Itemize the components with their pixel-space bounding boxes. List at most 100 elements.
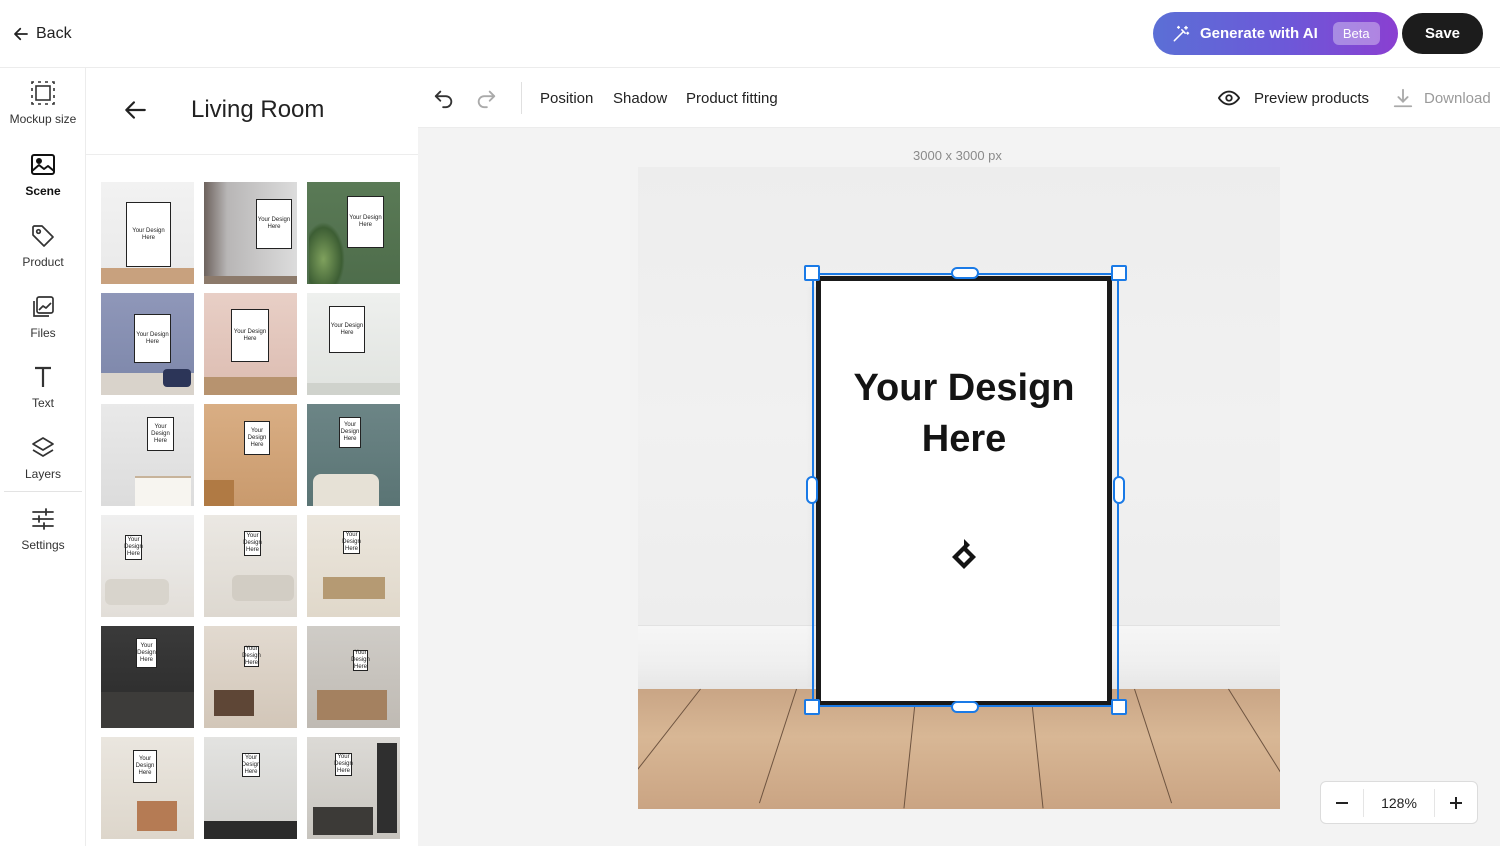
text-icon	[35, 366, 51, 387]
scene-thumbnail[interactable]: Your Design Here	[101, 293, 194, 395]
position-button[interactable]: Position	[540, 85, 593, 111]
mockup-size-icon	[31, 81, 55, 105]
resize-handle-top[interactable]	[951, 267, 979, 279]
scene-thumbnail[interactable]: Your Design Here	[204, 515, 297, 617]
scene-thumbnail[interactable]: Your Design Here	[307, 515, 400, 617]
thumb-design-text: Your Design Here	[340, 422, 360, 442]
rail-label: Product	[22, 255, 64, 269]
rail-item-text[interactable]: Text	[0, 364, 86, 426]
scene-thumbnail[interactable]: Your Design Here	[101, 182, 194, 284]
left-rail: Mockup size Scene Product Files Text Lay…	[0, 68, 86, 846]
top-bar: Back Generate with AI Beta Save	[0, 0, 1500, 68]
scene-thumbnail[interactable]: Your Design Here	[204, 404, 297, 506]
scene-panel: Living Room Your Design Here Your Design…	[86, 68, 418, 846]
thumb-design-text: Your Design Here	[151, 423, 170, 444]
scene-thumbnail[interactable]: Your Design Here	[307, 293, 400, 395]
product-fitting-label: Product fitting	[686, 89, 778, 107]
scene-thumbnail[interactable]: Your Design Here	[204, 626, 297, 728]
thumb-design-text: Your Design Here	[247, 427, 267, 448]
resize-handle-left[interactable]	[806, 476, 818, 504]
rail-item-layers[interactable]: Layers	[0, 435, 86, 497]
thumb-design-text: Your Design Here	[132, 227, 165, 241]
design-placeholder-text: Your Design Here	[853, 367, 1075, 460]
eye-icon	[1218, 90, 1240, 106]
rail-label: Layers	[24, 467, 62, 481]
position-label: Position	[540, 89, 594, 107]
save-button[interactable]: Save	[1402, 13, 1483, 54]
zoom-control: 128%	[1320, 781, 1478, 824]
rail-label: Files	[30, 326, 56, 340]
rail-item-scene[interactable]: Scene	[0, 152, 86, 214]
generate-with-ai-button[interactable]: Generate with AI Beta	[1153, 12, 1398, 55]
design-poster[interactable]: Your Design Here	[816, 276, 1112, 706]
rail-item-product[interactable]: Product	[0, 223, 86, 285]
brand-logo-icon	[952, 539, 976, 569]
thumb-design-text: Your Design Here	[242, 646, 261, 666]
minus-icon	[1336, 801, 1348, 804]
resize-handle-top-right[interactable]	[1111, 265, 1127, 281]
rail-item-files[interactable]: Files	[0, 294, 86, 356]
beta-badge: Beta	[1332, 22, 1380, 45]
scene-thumbnail[interactable]: Your Design Here	[101, 515, 194, 617]
zoom-level: 128%	[1363, 788, 1435, 817]
scene-thumbnail[interactable]: Your Design Here	[307, 626, 400, 728]
toolbar-divider	[521, 82, 522, 114]
thumb-design-text: Your Design Here	[342, 532, 361, 552]
resize-handle-top-left[interactable]	[804, 265, 820, 281]
resize-handle-bottom-left[interactable]	[804, 699, 820, 715]
editor-toolbar: Position Shadow Product fitting Preview …	[418, 68, 1500, 128]
preview-products-label: Preview products	[1254, 89, 1370, 107]
redo-button[interactable]	[475, 85, 497, 111]
resize-handle-bottom-right[interactable]	[1111, 699, 1127, 715]
rail-item-mockup-size[interactable]: Mockup size	[0, 80, 86, 142]
thumb-design-text: Your Design Here	[257, 217, 291, 230]
arrow-left-icon[interactable]	[122, 97, 148, 123]
rail-label: Mockup size	[9, 112, 77, 126]
thumb-design-text: Your Design Here	[243, 533, 262, 553]
rail-item-settings[interactable]: Settings	[0, 506, 86, 568]
scene-thumbnail[interactable]: Your Design Here	[101, 404, 194, 506]
thumb-design-text: Your Design Here	[135, 756, 155, 776]
zoom-in-button[interactable]	[1435, 782, 1477, 823]
thumb-design-text: Your Design Here	[241, 754, 261, 775]
thumb-design-text: Your Design Here	[233, 328, 267, 342]
rail-label: Scene	[25, 184, 61, 198]
thumb-design-text: Your Design Here	[349, 215, 382, 228]
shadow-button[interactable]: Shadow	[613, 85, 667, 111]
scene-thumbnails: Your Design Here Your Design Here Your D…	[101, 182, 400, 839]
tag-icon	[32, 225, 54, 247]
scene-thumbnail[interactable]: Your Design Here	[101, 737, 194, 839]
back-label: Back	[36, 25, 72, 42]
undo-button[interactable]	[433, 85, 455, 111]
canvas-area: 3000 x 3000 px Your Design Here 128%	[418, 128, 1500, 846]
rail-label: Text	[31, 396, 54, 410]
thumb-design-text: Your Design Here	[330, 322, 364, 336]
layers-icon	[32, 437, 54, 457]
arrow-left-icon	[14, 27, 28, 41]
download-icon	[1393, 88, 1413, 108]
scene-thumbnail[interactable]: Your Design Here	[204, 293, 297, 395]
scene-thumbnail[interactable]: Your Design Here	[204, 737, 297, 839]
scene-thumbnail[interactable]: Your Design Here	[307, 182, 400, 284]
product-fitting-button[interactable]: Product fitting	[686, 85, 778, 111]
zoom-out-button[interactable]	[1321, 782, 1363, 823]
rail-label: Settings	[21, 538, 65, 552]
plus-icon	[1450, 796, 1462, 809]
resize-handle-right[interactable]	[1113, 476, 1125, 504]
sliders-icon	[32, 508, 54, 530]
thumb-design-text: Your Design Here	[351, 650, 370, 670]
preview-products-button[interactable]: Preview products	[1218, 85, 1369, 111]
scene-thumbnail[interactable]: Your Design Here	[307, 737, 400, 839]
back-button[interactable]: Back	[12, 20, 72, 48]
undo-icon	[434, 90, 453, 109]
redo-icon	[477, 90, 496, 109]
rail-divider	[4, 491, 82, 492]
scene-thumbnail[interactable]: Your Design Here	[307, 404, 400, 506]
scene-thumbnail[interactable]: Your Design Here	[204, 182, 297, 284]
download-button[interactable]: Download	[1392, 85, 1491, 111]
resize-handle-bottom[interactable]	[951, 701, 979, 713]
scene-thumbnail[interactable]: Your Design Here	[101, 626, 194, 728]
ai-label: Generate with AI	[1200, 25, 1318, 42]
image-icon	[31, 154, 55, 175]
thumb-design-text: Your Design Here	[136, 331, 169, 345]
